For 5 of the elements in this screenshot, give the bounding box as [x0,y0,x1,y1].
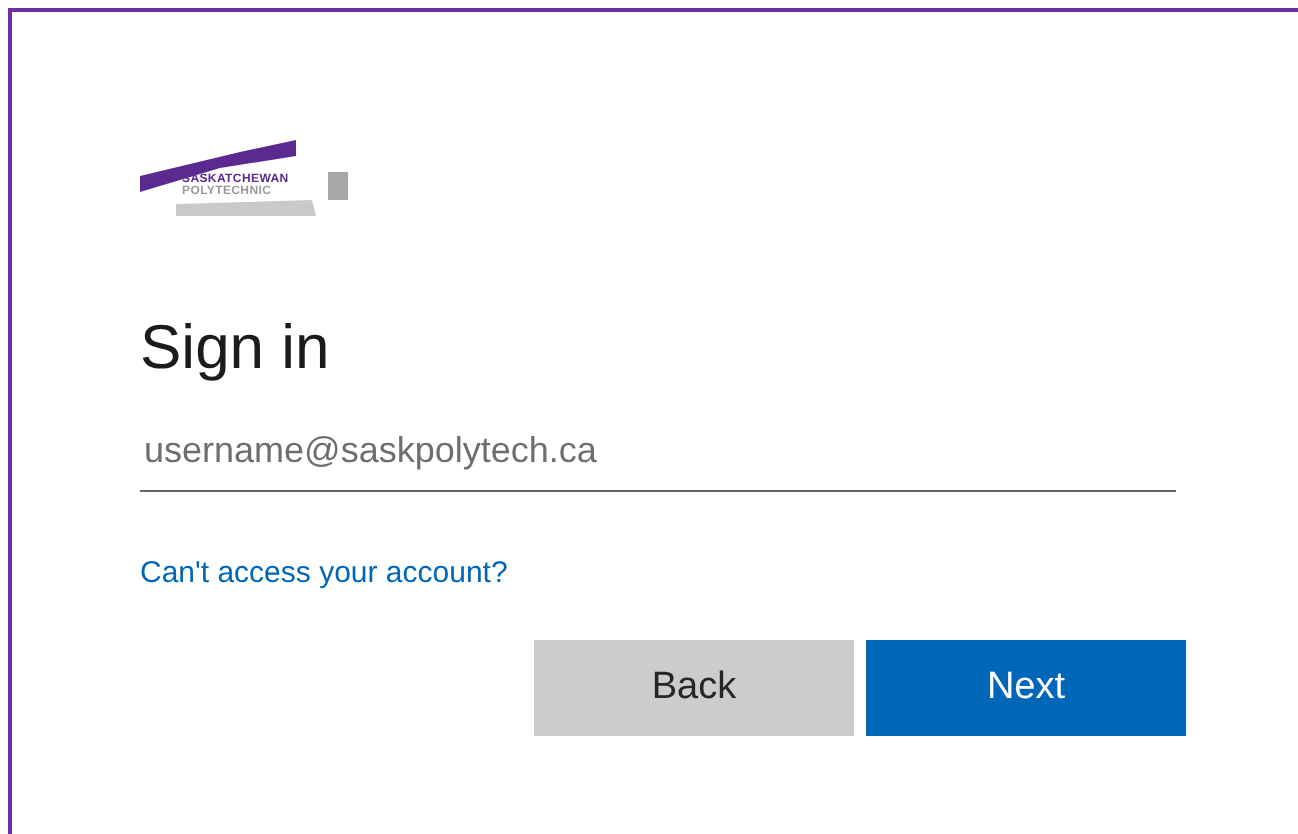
email-field[interactable]: username@saskpolytech.ca [140,424,1176,492]
page-title: Sign in [140,312,332,384]
back-button[interactable]: Back [534,640,854,736]
next-button[interactable]: Next [866,640,1186,736]
help-link[interactable]: Can't access your account? [140,556,508,590]
